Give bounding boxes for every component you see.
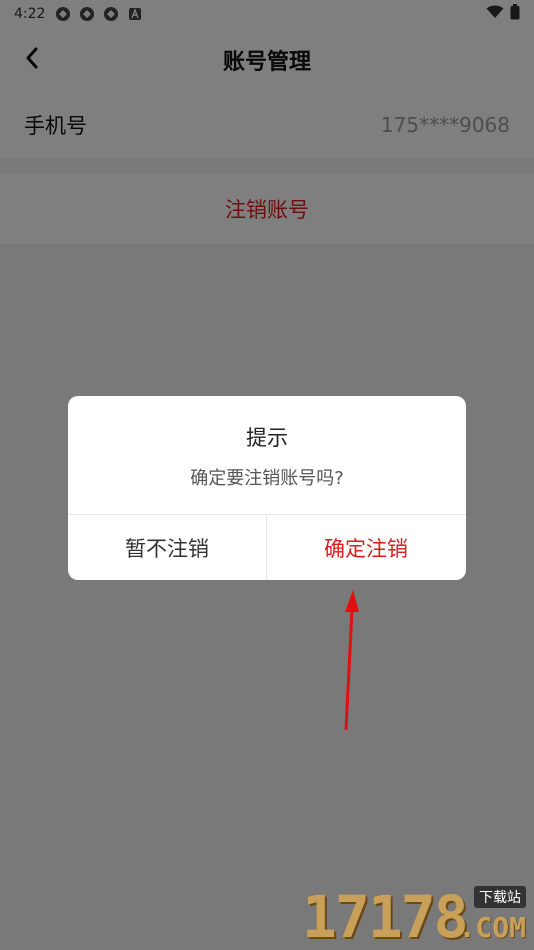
watermark-number: 17178	[302, 883, 469, 950]
watermark-site-label: 下载站	[474, 886, 526, 908]
confirm-dialog: 提示 确定要注销账号吗? 暂不注销 确定注销	[68, 396, 466, 580]
not-now-button[interactable]: 暂不注销	[68, 515, 266, 580]
dialog-title: 提示	[246, 426, 288, 450]
confirm-cancel-button[interactable]: 确定注销	[267, 515, 465, 580]
dialog-message: 确定要注销账号吗?	[190, 468, 344, 489]
watermark-domain: .COM	[458, 911, 526, 944]
watermark: 17178 下载站 .COM	[302, 884, 528, 946]
